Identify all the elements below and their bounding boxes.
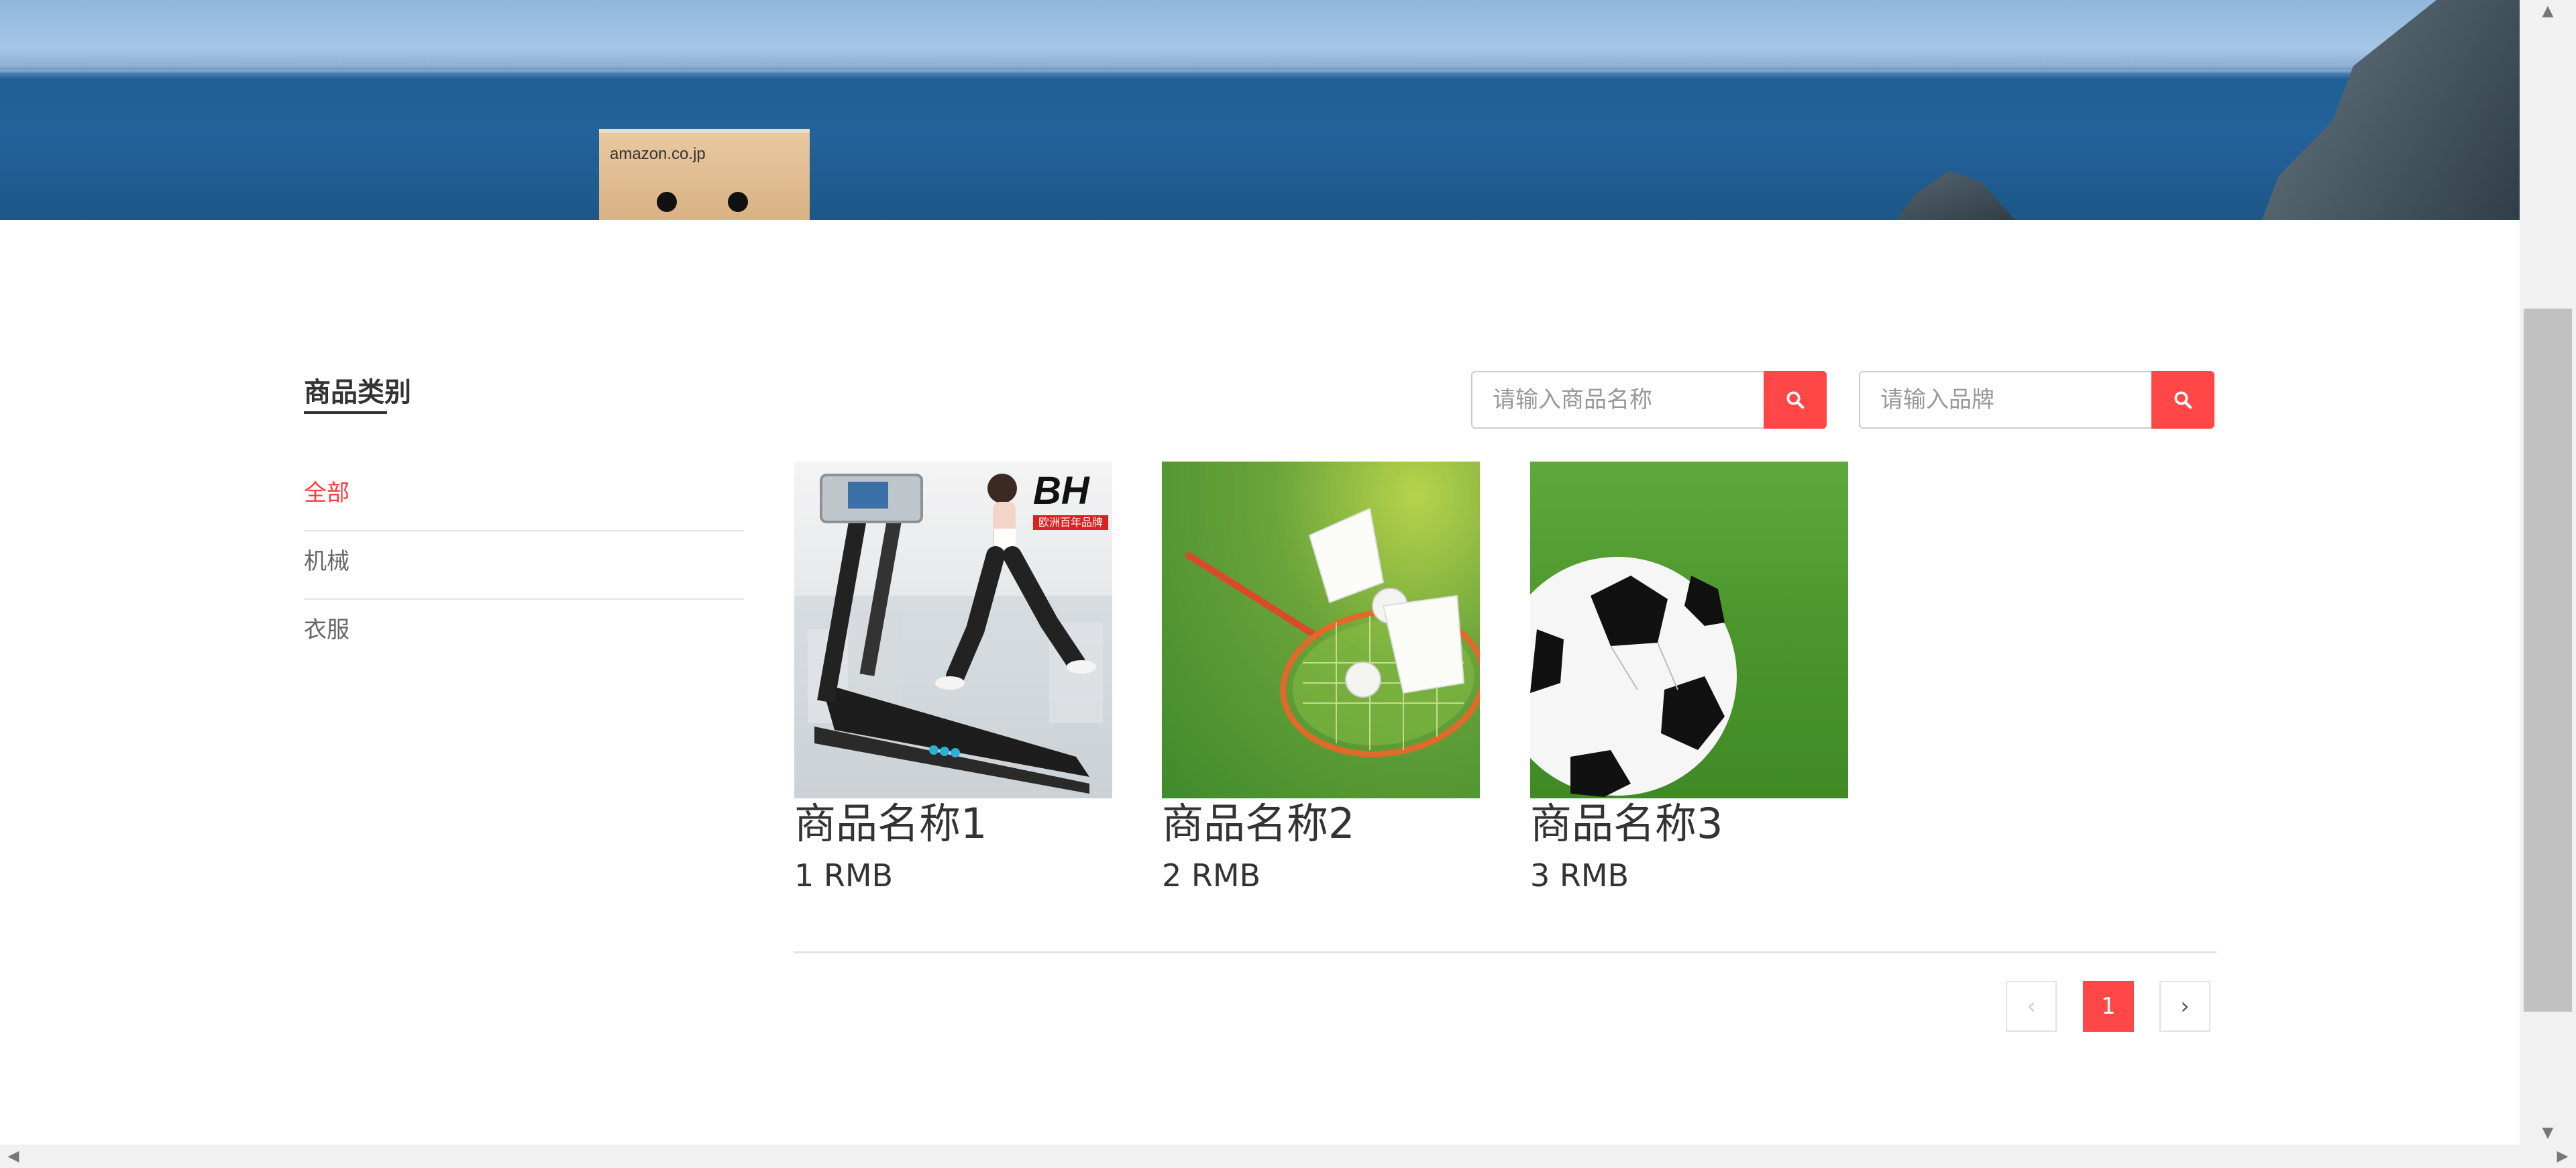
category-title-underline <box>304 411 387 414</box>
category-item-all[interactable]: 全部 <box>304 463 744 531</box>
brand-search-button[interactable] <box>2151 371 2214 429</box>
brand-logo-bh: BH <box>1033 469 1089 513</box>
product-price: 1 RMB <box>794 857 894 894</box>
product-name-search-button[interactable] <box>1764 371 1827 429</box>
rock-islet <box>1892 171 2019 220</box>
scroll-down-arrow-icon[interactable]: ▼ <box>2520 1122 2576 1145</box>
sea-horizon <box>0 70 2520 75</box>
scroll-left-arrow-icon[interactable]: ◀ <box>0 1145 27 1168</box>
product-price: 2 RMB <box>1162 857 1261 894</box>
product-card[interactable]: 商品名称3 3 RMB <box>1530 462 1848 898</box>
product-price: 3 RMB <box>1530 857 1629 894</box>
box-eye-right <box>728 192 748 212</box>
category-list: 全部 机械 衣服 <box>304 463 744 668</box>
product-card[interactable]: BH 欧洲百年品牌 商品名称1 1 RMB <box>794 462 1112 898</box>
scroll-up-arrow-icon[interactable]: ▲ <box>2520 0 2576 23</box>
product-name-search <box>1471 371 1827 429</box>
product-name[interactable]: 商品名称2 <box>1162 797 1480 851</box>
product-image-soccer-ball[interactable] <box>1530 462 1848 798</box>
pagination-page-button[interactable]: 1 <box>2083 981 2134 1032</box>
cardboard-box-figure: amazon.co.jp <box>599 129 810 220</box>
category-item-clothing[interactable]: 衣服 <box>304 600 744 668</box>
product-name[interactable]: 商品名称1 <box>794 797 1112 851</box>
search-icon <box>2174 391 2192 409</box>
box-eye-left <box>657 192 677 212</box>
badminton-illustration <box>1185 507 1480 757</box>
product-image-badminton[interactable] <box>1162 462 1480 798</box>
horizontal-scrollbar[interactable]: ◀ ▶ <box>0 1145 2576 1168</box>
hero-banner: amazon.co.jp <box>0 0 2520 220</box>
product-name-input[interactable] <box>1471 371 1764 429</box>
brand-input[interactable] <box>1859 371 2151 429</box>
pagination-prev-button[interactable]: ‹ <box>2006 981 2057 1032</box>
soccer-ball-illustration <box>1530 557 1737 797</box>
product-name[interactable]: 商品名称3 <box>1530 797 1848 851</box>
cliff <box>2261 0 2520 220</box>
search-icon <box>1786 391 1805 409</box>
category-item-machinery[interactable]: 机械 <box>304 531 744 600</box>
brand-search <box>1859 371 2214 429</box>
vertical-scrollbar-thumb[interactable] <box>2524 309 2572 1012</box>
pagination-next-button[interactable]: › <box>2159 981 2210 1032</box>
category-title: 商品类别 <box>304 377 411 408</box>
vertical-scrollbar[interactable]: ▲ ▼ <box>2520 0 2576 1145</box>
product-image-treadmill[interactable]: BH 欧洲百年品牌 <box>794 462 1112 798</box>
brand-slogan-badge: 欧洲百年品牌 <box>1033 515 1108 530</box>
scroll-right-arrow-icon[interactable]: ▶ <box>2549 1145 2576 1168</box>
content-divider <box>794 951 2216 953</box>
product-card[interactable]: 商品名称2 2 RMB <box>1162 462 1480 898</box>
box-logo-text: amazon.co.jp <box>610 145 706 163</box>
